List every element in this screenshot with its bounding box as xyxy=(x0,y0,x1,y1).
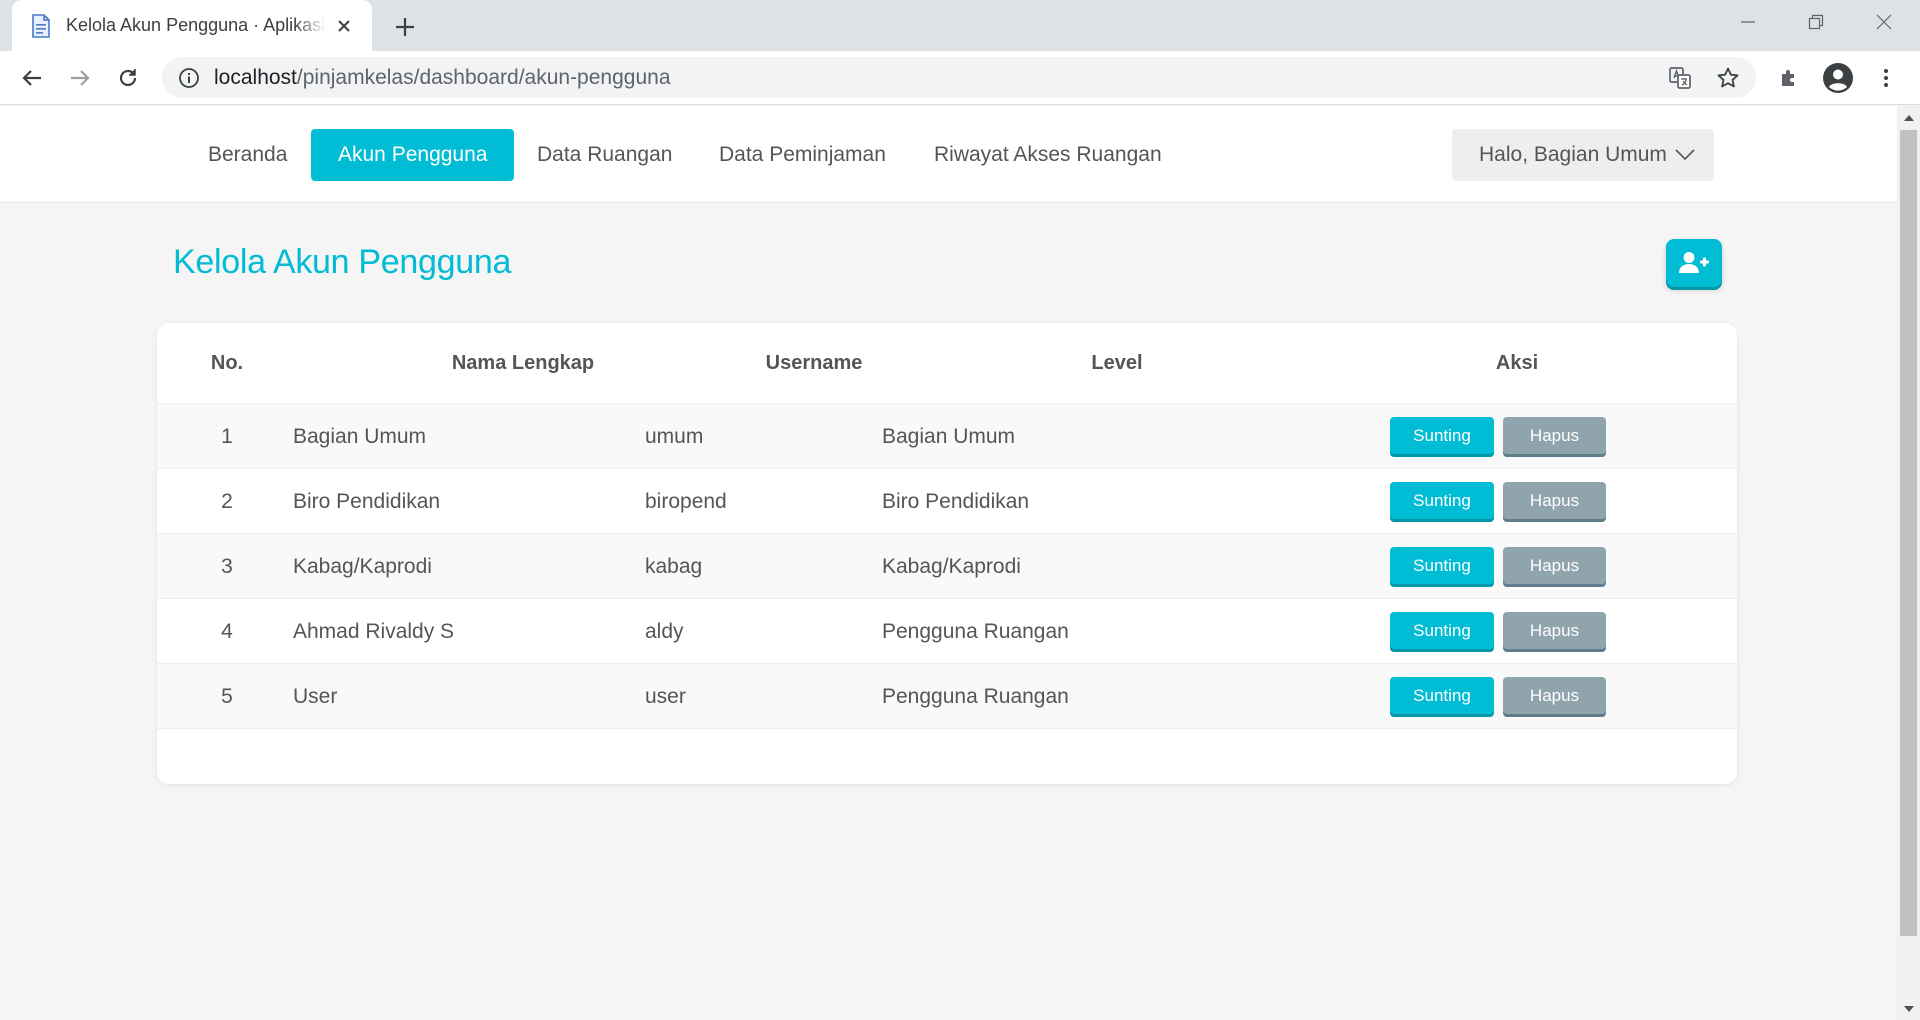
cell-username: umum xyxy=(645,424,704,448)
delete-button[interactable]: Hapus xyxy=(1503,547,1606,584)
browser-menu-button[interactable] xyxy=(1868,60,1904,96)
puzzle-icon xyxy=(1782,70,1794,86)
browser-tabstrip: Kelola Akun Pengguna · Aplikasi Peminjam… xyxy=(0,0,1920,51)
add-user-button[interactable] xyxy=(1666,239,1722,287)
table-header: No. Nama Lengkap Username Level Aksi xyxy=(157,323,1737,404)
tab-title: Kelola Akun Pengguna · Aplikasi Peminjam… xyxy=(66,15,326,35)
cell-no: 4 xyxy=(221,619,233,643)
kebab-menu-icon xyxy=(1884,69,1888,87)
url-path: /pinjamkelas/dashboard/akun-pengguna xyxy=(296,65,671,89)
table-row: 5 User user Pengguna Ruangan Sunting Hap… xyxy=(157,664,1737,729)
table-row: 4 Ahmad Rivaldy S aldy Pengguna Ruangan … xyxy=(157,599,1737,664)
address-bar[interactable]: localhost/pinjamkelas/dashboard/akun-pen… xyxy=(162,57,1756,98)
document-icon xyxy=(30,13,52,38)
edit-button[interactable]: Sunting xyxy=(1390,482,1494,519)
edit-button[interactable]: Sunting xyxy=(1390,612,1494,649)
cell-level: Bagian Umum xyxy=(882,424,1016,448)
cell-username: user xyxy=(645,684,686,708)
chevron-down-icon xyxy=(1675,149,1695,161)
new-tab-button[interactable] xyxy=(390,12,420,42)
close-tab-icon[interactable] xyxy=(332,14,356,38)
bookmark-star-icon[interactable] xyxy=(1714,64,1742,92)
edit-button[interactable]: Sunting xyxy=(1390,417,1494,454)
arrow-right-icon xyxy=(71,70,90,86)
forward-button[interactable] xyxy=(62,60,98,96)
edit-button[interactable]: Sunting xyxy=(1390,547,1494,584)
cell-nama-lengkap: Biro Pendidikan xyxy=(293,489,441,513)
page-scrollbar[interactable] xyxy=(1897,106,1920,1020)
delete-button[interactable]: Hapus xyxy=(1503,417,1606,454)
scrollbar-thumb[interactable] xyxy=(1900,130,1917,936)
restore-button[interactable] xyxy=(1794,6,1838,38)
url-text: localhost/pinjamkelas/dashboard/akun-pen… xyxy=(214,66,671,90)
cell-level: Pengguna Ruangan xyxy=(882,684,1069,708)
nav-riwayat-akses-ruangan[interactable]: Riwayat Akses Ruangan xyxy=(907,129,1189,181)
nav-akun-pengguna[interactable]: Akun Pengguna xyxy=(311,129,515,181)
user-table-card: No. Nama Lengkap Username Level Aksi 1 B… xyxy=(157,323,1737,784)
page-title: Kelola Akun Pengguna xyxy=(173,243,512,281)
translate-icon[interactable] xyxy=(1666,64,1694,92)
cell-level: Pengguna Ruangan xyxy=(882,619,1069,643)
col-header-level: Level xyxy=(1091,352,1143,374)
url-host: localhost xyxy=(214,65,297,89)
nav-data-peminjaman[interactable]: Data Peminjaman xyxy=(692,129,913,181)
scroll-down-arrow-icon[interactable] xyxy=(1897,998,1920,1020)
scroll-up-arrow-icon[interactable] xyxy=(1897,106,1920,128)
edit-button[interactable]: Sunting xyxy=(1390,677,1494,714)
reload-button[interactable] xyxy=(110,60,146,96)
cell-no: 3 xyxy=(221,554,233,578)
nav-data-ruangan[interactable]: Data Ruangan xyxy=(510,129,699,181)
page-viewport: Beranda Akun Pengguna Data Ruangan Data … xyxy=(0,106,1897,1020)
col-header-no: No. xyxy=(210,352,244,374)
restore-icon xyxy=(1808,14,1824,30)
cell-no: 5 xyxy=(221,684,233,708)
back-button[interactable] xyxy=(14,60,50,96)
minimize-button[interactable] xyxy=(1726,6,1770,38)
table-row: 1 Bagian Umum umum Bagian Umum Sunting H… xyxy=(157,404,1737,469)
arrow-left-icon xyxy=(22,70,41,86)
cell-username: aldy xyxy=(645,619,684,643)
delete-button[interactable]: Hapus xyxy=(1503,482,1606,519)
account-icon xyxy=(1823,63,1853,93)
col-header-nama-lengkap: Nama Lengkap xyxy=(451,352,595,374)
cell-username: kabag xyxy=(645,554,703,578)
close-icon xyxy=(1876,14,1892,30)
cell-nama-lengkap: Bagian Umum xyxy=(293,424,427,448)
delete-button[interactable]: Hapus xyxy=(1503,677,1606,714)
profile-button[interactable] xyxy=(1820,60,1856,96)
extensions-button[interactable] xyxy=(1772,60,1808,96)
browser-toolbar: localhost/pinjamkelas/dashboard/akun-pen… xyxy=(0,51,1920,105)
close-window-button[interactable] xyxy=(1862,6,1906,38)
browser-tab[interactable]: Kelola Akun Pengguna · Aplikasi Peminjam… xyxy=(12,0,372,51)
minimize-icon xyxy=(1741,21,1755,23)
info-icon[interactable] xyxy=(176,65,202,91)
col-header-aksi: Aksi xyxy=(1495,352,1539,374)
plus-icon xyxy=(396,18,414,36)
user-menu-dropdown[interactable]: Halo, Bagian Umum xyxy=(1452,129,1714,181)
reload-icon xyxy=(119,69,137,87)
top-navbar: Beranda Akun Pengguna Data Ruangan Data … xyxy=(0,106,1897,203)
cell-no: 2 xyxy=(221,489,233,513)
nav-beranda[interactable]: Beranda xyxy=(181,129,314,181)
cell-nama-lengkap: User xyxy=(293,684,338,708)
user-greeting: Halo, Bagian Umum xyxy=(1479,143,1667,166)
delete-button[interactable]: Hapus xyxy=(1503,612,1606,649)
cell-level: Biro Pendidikan xyxy=(882,489,1030,513)
cell-nama-lengkap: Kabag/Kaprodi xyxy=(293,554,432,578)
table-row: 3 Kabag/Kaprodi kabag Kabag/Kaprodi Sunt… xyxy=(157,534,1737,599)
cell-level: Kabag/Kaprodi xyxy=(882,554,1021,578)
table-row: 2 Biro Pendidikan biropend Biro Pendidik… xyxy=(157,469,1737,534)
user-plus-icon xyxy=(1679,252,1709,273)
col-header-username: Username xyxy=(765,352,863,374)
cell-nama-lengkap: Ahmad Rivaldy S xyxy=(293,619,455,643)
cell-username: biropend xyxy=(645,489,727,513)
cell-no: 1 xyxy=(221,424,233,448)
